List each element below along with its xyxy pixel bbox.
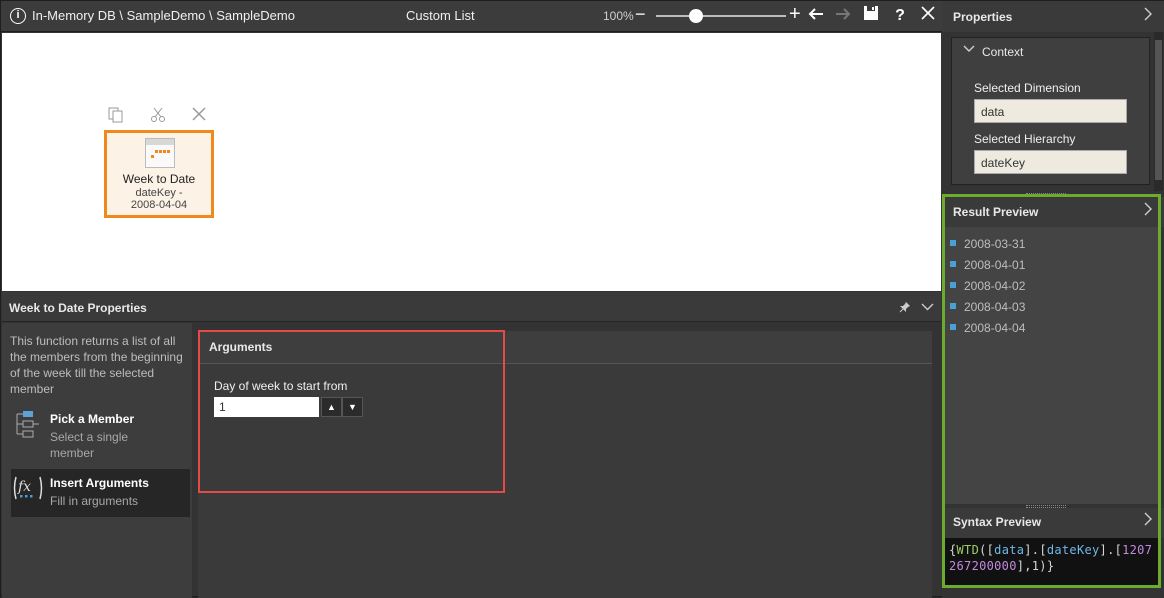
fx-icon: fx	[13, 473, 43, 503]
arguments-header: Arguments	[198, 331, 932, 364]
chevron-right-icon[interactable]	[1143, 7, 1153, 25]
svg-text:fx: fx	[17, 479, 31, 495]
undo-icon[interactable]	[806, 5, 826, 27]
info-icon[interactable]: i	[10, 8, 26, 24]
list-item: 2008-04-01	[949, 258, 1149, 279]
zoom-slider-track[interactable]	[656, 15, 786, 17]
title-bar: i In-Memory DB \ SampleDemo \ SampleDemo…	[1, 1, 942, 32]
increment-button[interactable]: ▲	[321, 397, 342, 417]
pin-icon[interactable]	[899, 300, 911, 318]
node-subtitle-date: 2008-04-04	[130, 199, 188, 211]
pick-member-tool[interactable]: Pick a Member Select a single member	[11, 405, 190, 460]
zoom-out-icon[interactable]: −	[635, 4, 646, 24]
code-punct: ],1)}	[1016, 559, 1055, 573]
hierarchy-label: Selected Hierarchy	[974, 132, 1076, 146]
argument-label: Day of week to start from	[214, 379, 348, 393]
context-section: Context Selected Dimension data Selected…	[951, 37, 1150, 185]
list-item: 2008-03-31	[949, 237, 1149, 258]
list-item: 2008-04-02	[949, 279, 1149, 300]
app-window: i In-Memory DB \ SampleDemo \ SampleDemo…	[0, 0, 1164, 598]
list-item: 2008-04-03	[949, 300, 1149, 321]
hierarchy-field[interactable]: dateKey	[974, 150, 1127, 174]
dimension-label: Selected Dimension	[974, 81, 1081, 95]
day-of-week-input[interactable]	[214, 397, 319, 417]
breadcrumb: In-Memory DB \ SampleDemo \ SampleDemo	[32, 8, 295, 23]
tool-title: Pick a Member	[50, 412, 135, 426]
arguments-title: Arguments	[209, 340, 273, 354]
delete-icon[interactable]	[192, 107, 206, 125]
list-item: 2008-04-04	[949, 321, 1149, 342]
code-hierarchy: dateKey	[1046, 543, 1100, 557]
chevron-down-icon[interactable]	[963, 43, 975, 58]
code-punct: ].[	[1024, 543, 1047, 557]
syntax-preview-header[interactable]: Syntax Preview	[942, 508, 1164, 538]
tool-subtitle: Fill in arguments	[50, 494, 139, 508]
calendar-icon	[145, 138, 175, 168]
decrement-button[interactable]: ▼	[342, 397, 363, 417]
result-preview-header[interactable]: Result Preview	[942, 197, 1164, 227]
close-icon[interactable]	[918, 5, 938, 27]
function-tools-panel: This function returns a list of all the …	[2, 323, 192, 598]
splitter-handle[interactable]	[1026, 193, 1066, 196]
context-title: Context	[982, 45, 1024, 59]
code-punct: {	[949, 543, 957, 557]
node-subtitle: dateKey -	[135, 187, 183, 199]
help-icon[interactable]: ?	[890, 5, 910, 27]
properties-header[interactable]: Properties	[942, 1, 1164, 32]
code-punct: ([	[979, 543, 995, 557]
node-toolbar	[108, 107, 218, 127]
page-title: Custom List	[406, 8, 475, 23]
arguments-panel: Arguments Day of week to start from ▲ ▼	[198, 331, 932, 598]
chevron-down-icon[interactable]	[921, 300, 934, 318]
properties-panel-header: Week to Date Properties	[2, 292, 941, 322]
properties-panel-title: Week to Date Properties	[9, 301, 147, 315]
code-dimension: data	[994, 543, 1025, 557]
syntax-code: {WTD([data].[dateKey].[1207267200000],1)…	[945, 538, 1158, 587]
hierarchy-icon	[13, 409, 43, 439]
chevron-right-icon[interactable]	[1143, 512, 1153, 530]
save-icon[interactable]	[861, 5, 881, 27]
zoom-level: 100%	[603, 9, 634, 23]
code-punct: ].[	[1099, 543, 1123, 557]
insert-arguments-tool[interactable]: fx Insert Arguments Fill in arguments	[11, 469, 190, 517]
canvas[interactable]: Week to Date dateKey - 2008-04-04	[2, 33, 941, 291]
result-preview-title: Result Preview	[953, 205, 1039, 219]
syntax-preview-title: Syntax Preview	[953, 515, 1042, 529]
function-node[interactable]: Week to Date dateKey - 2008-04-04	[104, 130, 214, 218]
cut-icon[interactable]	[150, 107, 166, 127]
dimension-field[interactable]: data	[974, 99, 1127, 123]
right-sidebar: Properties Context Selected Dimension da…	[942, 1, 1164, 598]
copy-icon[interactable]	[108, 107, 124, 127]
node-title: Week to Date	[122, 172, 196, 186]
chevron-right-icon[interactable]	[1143, 202, 1153, 220]
properties-title: Properties	[953, 10, 1013, 24]
zoom-slider-handle[interactable]	[689, 9, 703, 23]
tool-subtitle: Select a single member	[50, 430, 129, 460]
result-list: 2008-03-31 2008-04-01 2008-04-02 2008-04…	[949, 237, 1149, 342]
redo-icon[interactable]	[833, 5, 853, 27]
tool-title: Insert Arguments	[50, 476, 149, 490]
scrollbar[interactable]	[1154, 32, 1163, 191]
zoom-in-icon[interactable]: +	[789, 3, 801, 25]
function-description: This function returns a list of all the …	[10, 334, 183, 396]
code-function: WTD	[956, 543, 980, 557]
